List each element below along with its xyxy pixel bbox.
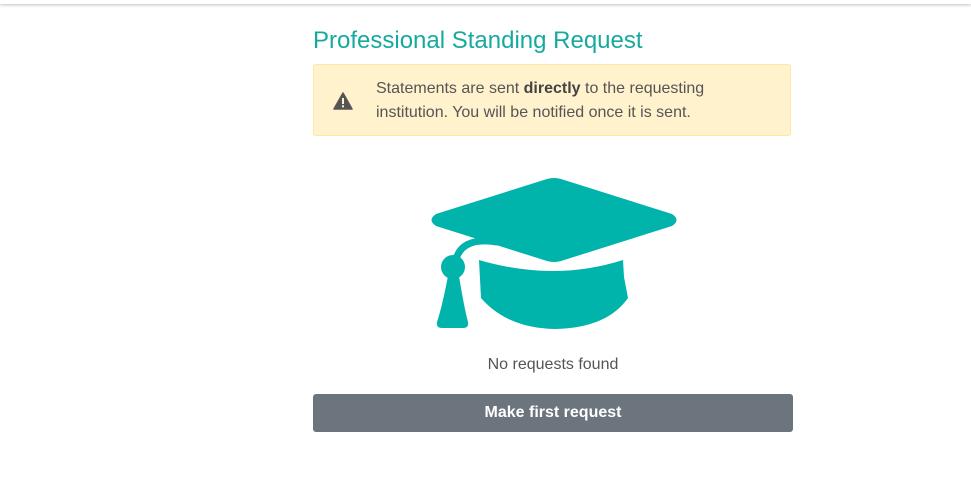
- empty-state-message: No requests found: [487, 356, 619, 373]
- alert-message: Statements are sent directly to the requ…: [376, 77, 776, 125]
- info-alert: Statements are sent directly to the requ…: [313, 64, 791, 136]
- make-first-request-button[interactable]: Make first request: [313, 394, 793, 432]
- alert-text-before: Statements are sent: [376, 80, 524, 97]
- warning-triangle-icon: [333, 92, 353, 110]
- top-navbar: [0, 0, 971, 4]
- graduation-cap-icon: [431, 178, 677, 329]
- page-title: Professional Standing Request: [313, 27, 643, 54]
- alert-text-bold: directly: [523, 80, 581, 97]
